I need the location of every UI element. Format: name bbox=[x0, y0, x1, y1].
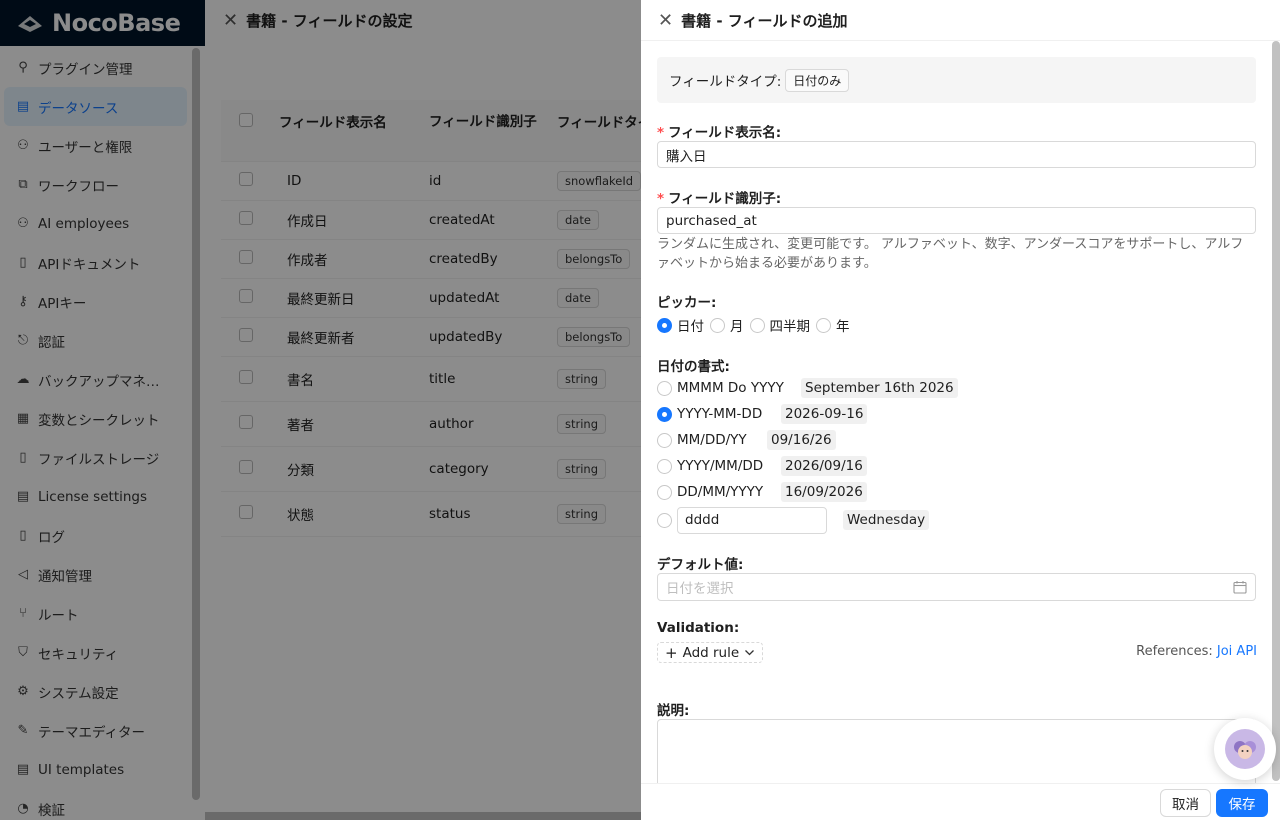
date-format-option[interactable]: YYYY/MM/DD 2026/09/16 bbox=[657, 455, 867, 477]
ai-assistant-avatar-icon bbox=[1225, 729, 1265, 769]
chevron-down-icon bbox=[745, 650, 755, 656]
custom-format-radio[interactable] bbox=[657, 512, 672, 528]
picker-option[interactable]: 月 bbox=[710, 315, 744, 335]
picker-option[interactable]: 四半期 bbox=[749, 315, 811, 335]
identifier-help-text: ランダムに生成され、変更可能です。 アルファベット、数字、アンダースコアをサポー… bbox=[657, 237, 1244, 271]
date-format-preview: 2026/09/16 bbox=[781, 456, 867, 476]
add-rule-label: Add rule bbox=[682, 644, 740, 661]
date-format-label: 日付の書式: bbox=[657, 359, 730, 375]
picker-radio-group: 日付 月 四半期 年 bbox=[657, 315, 856, 335]
picker-option-label: 四半期 bbox=[769, 319, 811, 335]
custom-format-input[interactable]: dddd bbox=[677, 506, 827, 534]
ai-assistant-button[interactable] bbox=[1214, 718, 1276, 780]
picker-option[interactable]: 年 bbox=[816, 315, 850, 335]
picker-radio[interactable] bbox=[710, 317, 725, 333]
calendar-icon bbox=[1233, 581, 1247, 594]
validation-label: Validation: bbox=[657, 620, 740, 636]
drawer-scrollbar[interactable] bbox=[1272, 41, 1280, 781]
identifier-input[interactable]: purchased_at bbox=[657, 207, 1256, 234]
plus-icon: + bbox=[665, 643, 678, 662]
default-value-label: デフォルト値: bbox=[657, 557, 744, 573]
description-textarea[interactable] bbox=[657, 719, 1256, 783]
date-format-radio[interactable] bbox=[657, 380, 672, 396]
date-format-preview: 16/09/2026 bbox=[781, 482, 867, 502]
description-label: 説明: bbox=[657, 703, 690, 719]
display-name-input[interactable]: 購入日 bbox=[657, 141, 1256, 168]
date-format-label: MMMM Do YYYY bbox=[677, 380, 784, 396]
date-format-label: MM/DD/YY bbox=[677, 432, 747, 448]
add-rule-button[interactable]: + Add rule bbox=[657, 642, 764, 663]
add-field-header: ✕ 書籍 - フィールドの追加 bbox=[641, 0, 1280, 41]
date-format-label: YYYY-MM-DD bbox=[677, 406, 763, 422]
date-format-radio[interactable] bbox=[657, 432, 672, 448]
date-format-preview: 09/16/26 bbox=[767, 430, 836, 450]
picker-radio[interactable] bbox=[657, 317, 672, 333]
custom-format-preview: Wednesday bbox=[843, 510, 930, 530]
date-format-option[interactable]: DD/MM/YYYY 16/09/2026 bbox=[657, 481, 867, 503]
add-field-drawer: ✕ 書籍 - フィールドの追加 フィールドタイプ: 日付のみ * フィールド表示名… bbox=[641, 0, 1280, 820]
date-format-radio[interactable] bbox=[657, 406, 672, 422]
field-type-label: フィールドタイプ: bbox=[669, 74, 782, 90]
date-format-radio[interactable] bbox=[657, 484, 672, 500]
add-field-title: 書籍 - フィールドの追加 bbox=[681, 11, 848, 30]
custom-format-row: dddd Wednesday bbox=[657, 506, 930, 534]
references-label: References: bbox=[1136, 644, 1213, 659]
field-type-tag: 日付のみ bbox=[785, 68, 850, 92]
picker-option-label: 日付 bbox=[677, 319, 704, 335]
date-format-preview: 2026-09-16 bbox=[781, 404, 868, 424]
date-format-preview: September 16th 2026 bbox=[801, 378, 958, 398]
date-format-option[interactable]: MMMM Do YYYY September 16th 2026 bbox=[657, 377, 958, 399]
cancel-button[interactable]: 取消 bbox=[1160, 789, 1211, 817]
date-format-option[interactable]: MM/DD/YY 09/16/26 bbox=[657, 429, 836, 451]
picker-option[interactable]: 日付 bbox=[657, 315, 704, 335]
display-name-label: * フィールド表示名: bbox=[657, 125, 782, 141]
picker-option-label: 月 bbox=[730, 319, 744, 335]
default-date-placeholder: 日付を選択 bbox=[666, 581, 734, 597]
save-button[interactable]: 保存 bbox=[1216, 789, 1268, 817]
picker-label: ピッカー: bbox=[657, 295, 717, 311]
picker-radio[interactable] bbox=[749, 317, 765, 333]
date-format-label: YYYY/MM/DD bbox=[677, 458, 764, 474]
identifier-label: * フィールド識別子: bbox=[657, 191, 782, 207]
add-field-form: フィールドタイプ: 日付のみ * フィールド表示名: 購入日 * フィールド識別子:… bbox=[657, 41, 1257, 783]
picker-radio[interactable] bbox=[816, 317, 831, 333]
date-format-radio[interactable] bbox=[657, 458, 672, 474]
joi-api-link[interactable]: Joi API bbox=[1217, 644, 1257, 659]
close-icon[interactable]: ✕ bbox=[658, 10, 673, 31]
date-format-label: DD/MM/YYYY bbox=[677, 484, 764, 500]
default-date-picker[interactable]: 日付を選択 bbox=[657, 573, 1256, 601]
picker-option-label: 年 bbox=[836, 319, 850, 335]
date-format-option[interactable]: YYYY-MM-DD 2026-09-16 bbox=[657, 403, 868, 425]
references: References: Joi API bbox=[1136, 644, 1257, 659]
drawer-footer: 取消 保存 bbox=[641, 783, 1280, 820]
field-type-box: フィールドタイプ: 日付のみ bbox=[657, 57, 1256, 103]
